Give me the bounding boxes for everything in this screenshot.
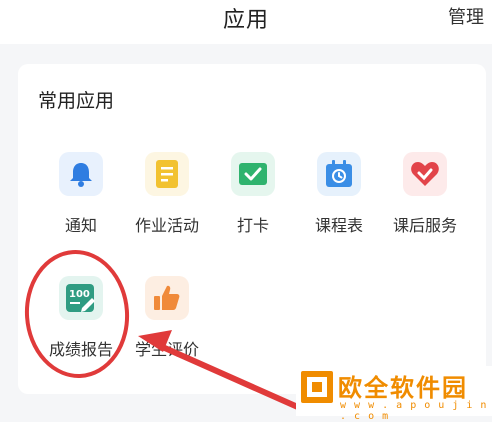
watermark-url: w w w . a p o u j i n . c o m <box>340 400 488 422</box>
app-student-evaluation[interactable]: 学生评价 <box>119 276 215 366</box>
svg-text:100: 100 <box>69 289 90 300</box>
schedule-calendar-icon <box>317 152 361 196</box>
app-label: 学生评价 <box>134 340 199 359</box>
watermark: 欧全软件园 w w w . a p o u j i n . c o m <box>296 366 492 422</box>
after-school-heart-icon <box>403 152 447 196</box>
app-label: 课后服务 <box>392 216 457 235</box>
common-apps-card: 常用应用 通知 作业活动 打卡 课程表 课后服务 100 成绩报告 学生评价 <box>18 64 486 394</box>
manage-button[interactable]: 管理 <box>448 3 484 29</box>
section-title: 常用应用 <box>38 90 115 112</box>
watermark-logo-icon <box>301 371 333 403</box>
homework-doc-icon <box>145 152 189 196</box>
thumbs-up-icon <box>145 276 189 320</box>
page-title: 应用 <box>222 8 269 33</box>
score-report-icon: 100 <box>59 276 103 320</box>
top-bar: 应用 管理 <box>0 0 492 44</box>
app-after-school[interactable]: 课后服务 <box>377 152 473 242</box>
watermark-text: 欧全软件园 <box>338 374 468 402</box>
checkin-icon <box>231 152 275 196</box>
bell-icon <box>59 152 103 196</box>
